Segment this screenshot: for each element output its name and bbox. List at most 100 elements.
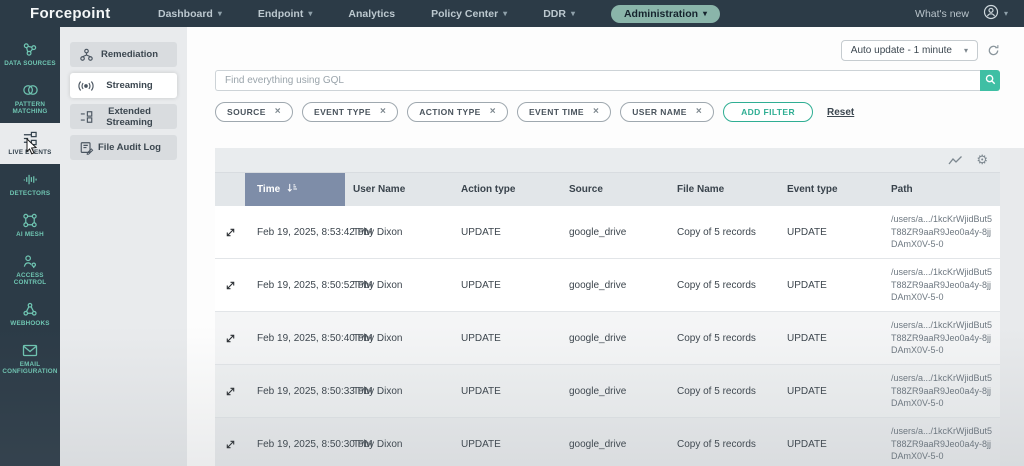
avatar-icon — [983, 4, 999, 23]
add-filter-button[interactable]: ADD FILTER — [723, 102, 814, 122]
close-icon[interactable]: × — [275, 107, 281, 117]
submenu-item-label: Remediation — [100, 49, 158, 60]
close-icon[interactable]: × — [593, 107, 599, 117]
sidebar-item-detectors[interactable]: DETECTORS — [0, 164, 60, 205]
close-icon[interactable]: × — [490, 107, 496, 117]
search-icon — [985, 73, 996, 88]
sidebar-item-email-configuration[interactable]: EMAIL CONFIGURATION — [0, 335, 60, 383]
sidebar-item-label: DETECTORS — [9, 190, 51, 197]
nav-item-policy-center[interactable]: Policy Center ▾ — [431, 8, 507, 20]
nav-item-ddr[interactable]: DDR ▾ — [543, 8, 575, 20]
cell-source: google_drive — [569, 385, 627, 397]
expand-row-icon[interactable] — [215, 227, 245, 238]
streaming-icon — [78, 80, 94, 92]
sidebar-item-ai-mesh[interactable]: AI MESH — [0, 205, 60, 246]
table-row[interactable]: Feb 19, 2025, 8:50:40 PM Toby Dixon UPDA… — [215, 312, 1000, 365]
nav-item-administration[interactable]: Administration ▾ — [610, 4, 721, 23]
detectors-icon — [22, 171, 38, 187]
column-header-time[interactable]: Time — [245, 173, 345, 206]
column-header-user-name[interactable]: User Name — [345, 184, 453, 195]
nav-item-analytics[interactable]: Analytics — [348, 8, 395, 20]
cell-time: Feb 19, 2025, 8:50:33 PM — [257, 385, 373, 397]
filter-chip-event-time[interactable]: EVENT TIME × — [516, 102, 612, 122]
close-icon[interactable]: × — [696, 107, 702, 117]
filter-chip-user-name[interactable]: USER NAME × — [620, 102, 715, 122]
filter-chip-event-type[interactable]: EVENT TYPE × — [302, 102, 399, 122]
cell-path: /users/a.../1kcKrWjidBut5T88ZR9aaR9Jeo0a… — [891, 320, 993, 356]
sidebar-item-pattern-matching[interactable]: PATTERN MATCHING — [0, 75, 60, 123]
sidebar-item-label: ACCESS CONTROL — [13, 272, 47, 286]
cell-time: Feb 19, 2025, 8:50:52 PM — [257, 279, 373, 291]
whats-new-link[interactable]: What's new — [915, 8, 969, 20]
refresh-icon[interactable] — [987, 44, 1000, 57]
cell-event-type: UPDATE — [787, 438, 827, 450]
extended-streaming-icon — [78, 110, 94, 124]
chevron-down-icon: ▾ — [308, 9, 313, 18]
chart-view-icon[interactable] — [948, 155, 963, 166]
table-row[interactable]: Feb 19, 2025, 8:53:42 PM Toby Dixon UPDA… — [215, 206, 1000, 259]
submenu-item-label: File Audit Log — [98, 142, 161, 153]
remediation-icon — [78, 48, 94, 62]
close-icon[interactable]: × — [380, 107, 386, 117]
filter-chip-action-type[interactable]: ACTION TYPE × — [407, 102, 508, 122]
reset-filters-link[interactable]: Reset — [827, 107, 854, 118]
forcepoint-logo: Forcepoint — [30, 5, 111, 22]
table-toolbar: ⚙ — [215, 148, 1000, 173]
table-row[interactable]: Feb 19, 2025, 8:50:33 PM Toby Dixon UPDA… — [215, 365, 1000, 418]
expand-row-icon[interactable] — [215, 386, 245, 397]
file-audit-log-icon — [78, 141, 94, 155]
submenu-item-file-audit-log[interactable]: File Audit Log — [70, 135, 177, 160]
chevron-down-icon: ▾ — [503, 9, 508, 18]
expand-row-icon[interactable] — [215, 439, 245, 450]
table-settings-gear-icon[interactable]: ⚙ — [976, 152, 988, 168]
table-row[interactable]: Feb 19, 2025, 8:50:30 PM Toby Dixon UPDA… — [215, 418, 1000, 466]
column-header-action-type[interactable]: Action type — [453, 184, 561, 195]
nav-item-endpoint[interactable]: Endpoint ▾ — [258, 8, 313, 20]
cell-user-name: Toby Dixon — [353, 279, 403, 291]
search-input[interactable] — [215, 70, 980, 91]
column-header-event-type[interactable]: Event type — [779, 184, 883, 195]
live-events-submenu: Remediation Streaming Extended Streaming… — [60, 27, 187, 466]
auto-update-select[interactable]: Auto update - 1 minute ▾ — [840, 40, 978, 61]
cell-action-type: UPDATE — [461, 279, 501, 291]
filter-chips-row: SOURCE × EVENT TYPE × ACTION TYPE × EVEN… — [215, 102, 1000, 122]
search-button[interactable] — [980, 70, 1000, 91]
cell-file-name: Copy of 5 records — [677, 438, 756, 450]
cell-action-type: UPDATE — [461, 385, 501, 397]
table-body: Feb 19, 2025, 8:53:42 PM Toby Dixon UPDA… — [215, 206, 1000, 466]
cell-path: /users/a.../1kcKrWjidBut5T88ZR9aaR9Jeo0a… — [891, 267, 993, 303]
auto-update-value: Auto update - 1 minute — [850, 45, 952, 56]
chevron-down-icon: ▾ — [570, 9, 575, 18]
submenu-item-label: Streaming — [106, 80, 153, 91]
column-header-source[interactable]: Source — [561, 184, 669, 195]
sidebar-item-webhooks[interactable]: WEBHOOKS — [0, 294, 60, 335]
sidebar-item-label: WEBHOOKS — [10, 320, 50, 327]
sidebar-item-data-sources[interactable]: DATA SOURCES — [0, 34, 60, 75]
cell-source: google_drive — [569, 438, 627, 450]
main-layout: DATA SOURCES PATTERN MATCHING LIVE EVENT… — [0, 27, 1024, 466]
submenu-item-remediation[interactable]: Remediation — [70, 42, 177, 67]
sidebar-item-label: EMAIL CONFIGURATION — [2, 361, 58, 375]
filter-chip-source[interactable]: SOURCE × — [215, 102, 294, 122]
nav-item-dashboard[interactable]: Dashboard ▾ — [158, 8, 222, 20]
cell-time: Feb 19, 2025, 8:50:30 PM — [257, 438, 373, 450]
expand-row-icon[interactable] — [215, 333, 245, 344]
forcepoint-app-window: Forcepoint Dashboard ▾ Endpoint ▾ Analyt… — [0, 0, 1024, 466]
ai-mesh-icon — [22, 212, 38, 228]
cell-action-type: UPDATE — [461, 438, 501, 450]
submenu-item-streaming[interactable]: Streaming — [70, 73, 177, 98]
filter-chip-label: EVENT TYPE — [314, 107, 371, 117]
column-header-file-name[interactable]: File Name — [669, 184, 779, 195]
filter-chip-label: EVENT TIME — [528, 107, 584, 117]
sidebar-item-label: PATTERN MATCHING — [12, 101, 48, 115]
cell-event-type: UPDATE — [787, 385, 827, 397]
column-header-path[interactable]: Path — [883, 184, 1000, 195]
cell-file-name: Copy of 5 records — [677, 279, 756, 291]
data-sources-icon — [22, 41, 38, 57]
sidebar-item-access-control[interactable]: ACCESS CONTROL — [0, 246, 60, 294]
sidebar-item-live-events[interactable]: LIVE EVENTS — [0, 123, 60, 164]
submenu-item-extended-streaming[interactable]: Extended Streaming — [70, 104, 177, 129]
user-menu[interactable]: ▾ — [983, 4, 1008, 23]
table-row[interactable]: Feb 19, 2025, 8:50:52 PM Toby Dixon UPDA… — [215, 259, 1000, 312]
expand-row-icon[interactable] — [215, 280, 245, 291]
